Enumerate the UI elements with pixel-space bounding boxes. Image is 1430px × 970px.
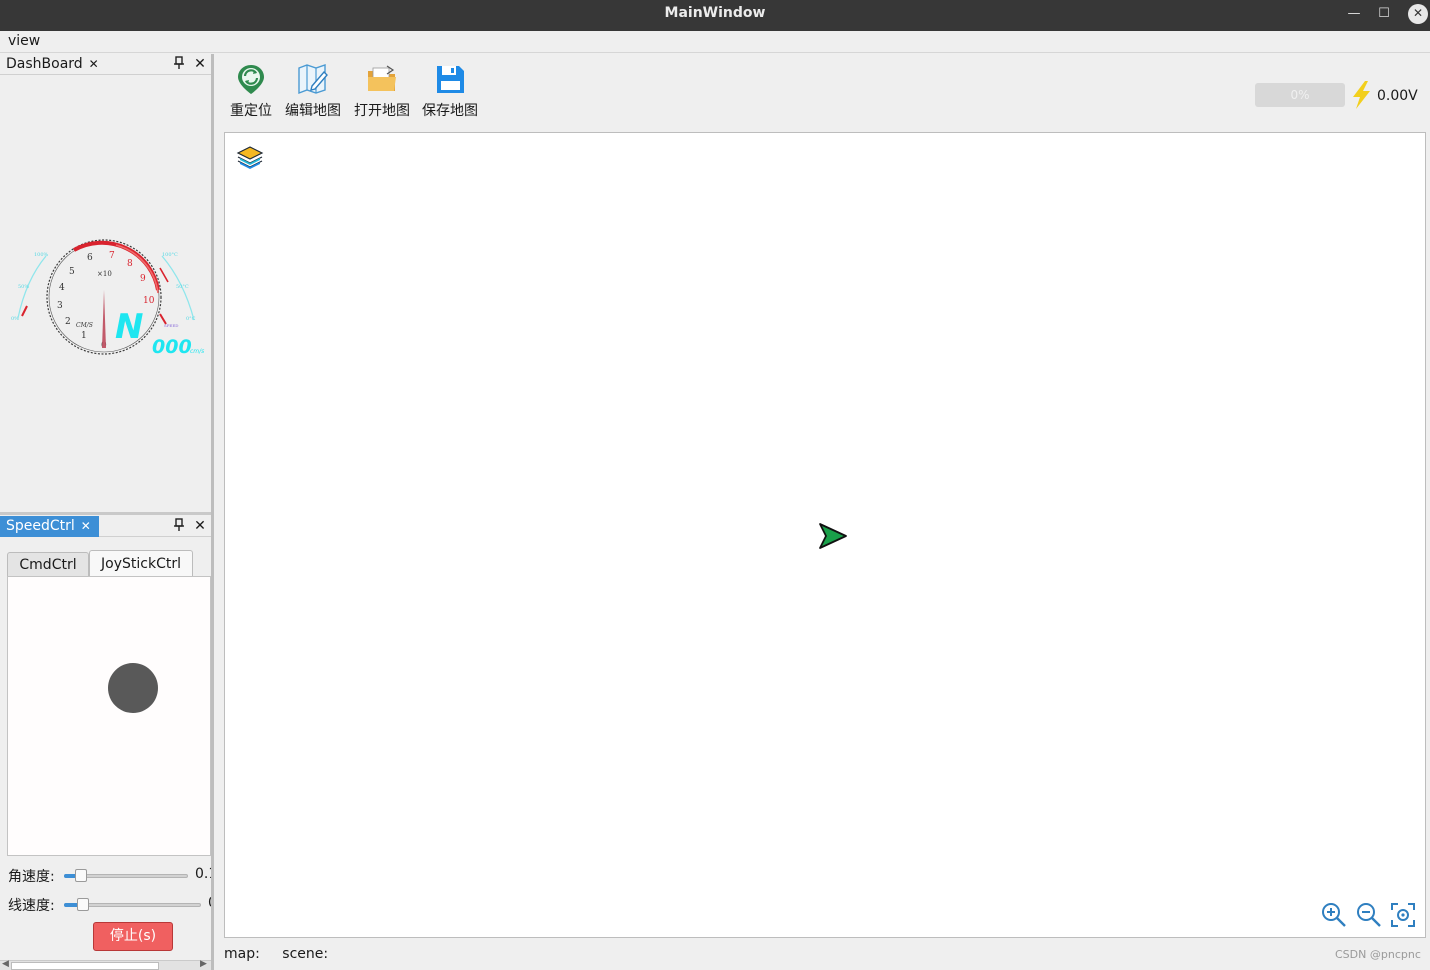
dashboard-dock-titlebar: DashBoard ✕ ✕ xyxy=(0,54,211,75)
gauge-label-7: 7 xyxy=(109,251,115,261)
linear-speed-slider-handle[interactable] xyxy=(76,898,89,911)
gauge-label-4: 4 xyxy=(59,283,65,293)
scene-status-label: scene: xyxy=(282,946,329,962)
map-canvas[interactable] xyxy=(224,132,1426,938)
dock-separator[interactable] xyxy=(0,512,211,515)
scroll-left-arrow-icon[interactable]: ◀ xyxy=(2,959,9,969)
linear-speed-value: 0 xyxy=(208,895,211,911)
scroll-right-arrow-icon[interactable]: ▶ xyxy=(200,959,207,969)
linear-speed-label: 线速度: xyxy=(8,898,55,914)
menu-bar: view xyxy=(0,31,1430,53)
speedctrl-dock-close-icon[interactable]: ✕ xyxy=(193,516,207,536)
gauge-label-3: 3 xyxy=(57,301,63,311)
battery-arc-label-100: 100% xyxy=(34,252,49,258)
linear-speed-row: 线速度: 0 xyxy=(8,893,211,915)
battery-arc-label-50: 50% xyxy=(18,284,29,290)
gauge-label-1: 1 xyxy=(81,331,87,341)
gauge-label-6: 6 xyxy=(87,253,93,263)
fit-view-icon[interactable] xyxy=(1389,901,1417,929)
menu-view[interactable]: view xyxy=(8,33,40,49)
scrollbar-thumb[interactable] xyxy=(11,962,159,970)
title-bar: MainWindow — ☐ ✕ xyxy=(0,0,1430,31)
lightning-icon xyxy=(1349,80,1373,110)
open-map-button[interactable]: 打开地图 xyxy=(352,62,412,120)
dashboard-tab-close-icon[interactable]: ✕ xyxy=(89,57,99,71)
edit-map-label: 编辑地图 xyxy=(285,103,341,119)
gauge-needle xyxy=(102,290,106,348)
gauge-multiplier: ×10 xyxy=(97,270,112,278)
speed-caption: SPEED xyxy=(164,323,178,328)
dashboard-dock-tab[interactable]: DashBoard ✕ xyxy=(0,54,107,75)
save-map-label: 保存地图 xyxy=(422,103,478,119)
open-map-icon xyxy=(365,62,399,96)
stop-button[interactable]: 停止(s) xyxy=(93,922,173,951)
speedctrl-dock-titlebar: SpeedCtrl ✕ ✕ xyxy=(0,516,211,537)
robot-pose-arrow-icon[interactable] xyxy=(817,521,849,551)
gauge-label-8: 8 xyxy=(127,259,133,269)
angular-speed-row: 角速度: 0.1 xyxy=(8,864,211,886)
watermark: CSDN @pncpnc xyxy=(1335,948,1421,961)
speedctrl-dock-title: SpeedCtrl xyxy=(6,518,75,534)
gauge-unit: CM/S xyxy=(76,322,93,329)
left-dock-horizontal-scrollbar[interactable]: ◀ ▶ xyxy=(0,959,211,970)
relocate-button[interactable]: 重定位 xyxy=(228,62,274,120)
dashboard-dock-close-icon[interactable]: ✕ xyxy=(193,54,207,74)
edit-map-icon xyxy=(296,62,330,96)
save-map-button[interactable]: 保存地图 xyxy=(420,62,480,120)
dashboard-pin-icon[interactable] xyxy=(172,55,186,73)
gauge-label-10: 10 xyxy=(143,296,155,306)
tab-cmdctrl[interactable]: CmdCtrl xyxy=(7,552,89,576)
voltage-readout: 0.00V xyxy=(1377,88,1418,104)
battery-arc-label-0: 0% xyxy=(11,316,19,322)
digital-speed-unit: cm/s xyxy=(190,348,204,355)
gauge-label-9: 9 xyxy=(140,274,146,284)
layers-icon[interactable] xyxy=(236,143,264,171)
temp-arc-label-50: 50°C xyxy=(176,284,189,290)
zoom-in-icon[interactable] xyxy=(1320,901,1348,929)
speedctrl-pin-icon[interactable] xyxy=(172,517,186,535)
digital-speed-value: 000 xyxy=(152,336,192,358)
temp-arc-label-100: 100°C xyxy=(162,252,178,258)
map-status-label: map: xyxy=(224,946,260,962)
tab-joystickctrl[interactable]: JoyStickCtrl xyxy=(89,550,193,576)
gear-indicator: N xyxy=(115,307,143,347)
battery-progress-bar: 0% xyxy=(1255,83,1345,107)
edit-map-button[interactable]: 编辑地图 xyxy=(283,62,343,120)
angular-speed-value: 0.1 xyxy=(195,866,211,882)
speedctrl-dock-tab[interactable]: SpeedCtrl ✕ xyxy=(0,516,99,537)
open-map-label: 打开地图 xyxy=(354,103,410,119)
gauge-label-2: 2 xyxy=(65,317,71,327)
dashboard-dock-title: DashBoard xyxy=(6,56,83,72)
minimize-button[interactable]: — xyxy=(1344,4,1364,24)
angular-speed-slider-handle[interactable] xyxy=(75,869,88,882)
joystick-pad[interactable] xyxy=(7,576,211,856)
window-title: MainWindow xyxy=(664,5,766,21)
temp-arc-label-0: 0°C xyxy=(186,316,196,322)
gauge-label-5: 5 xyxy=(69,267,75,277)
relocate-label: 重定位 xyxy=(230,103,272,119)
joystick-knob[interactable] xyxy=(108,663,158,713)
close-window-button[interactable]: ✕ xyxy=(1408,4,1428,24)
relocate-icon xyxy=(234,62,268,96)
speedctrl-tab-close-icon[interactable]: ✕ xyxy=(81,519,91,533)
dock-splitter[interactable] xyxy=(211,54,214,970)
angular-speed-label: 角速度: xyxy=(8,869,55,885)
status-bar: map: scene: xyxy=(224,946,346,962)
speedometer-gauge: 100% 50% 0% 100°C 50°C 0°C 0 1 2 3 4 5 6… xyxy=(8,230,208,360)
zoom-out-icon[interactable] xyxy=(1355,901,1383,929)
save-map-icon xyxy=(433,62,467,96)
maximize-button[interactable]: ☐ xyxy=(1374,4,1394,24)
